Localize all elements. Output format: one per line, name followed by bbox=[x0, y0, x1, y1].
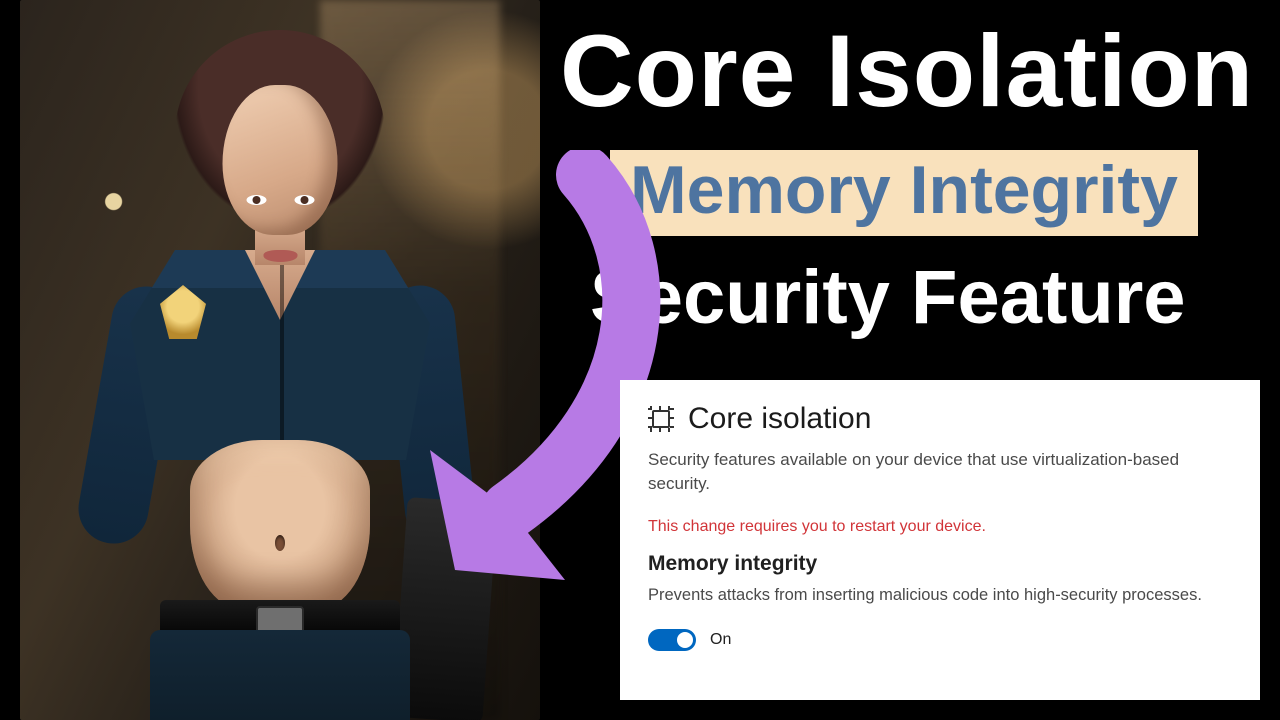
memory-integrity-description: Prevents attacks from inserting maliciou… bbox=[648, 584, 1232, 607]
chip-icon bbox=[648, 406, 674, 432]
memory-integrity-toggle-row: On bbox=[648, 629, 1232, 651]
memory-integrity-toggle[interactable] bbox=[648, 629, 696, 651]
panel-title: Core isolation bbox=[688, 402, 871, 436]
headline-line-3: Security Feature bbox=[590, 260, 1186, 336]
pants bbox=[150, 630, 410, 720]
restart-warning: This change requires you to restart your… bbox=[648, 518, 1232, 536]
uniform-torso bbox=[130, 250, 430, 460]
eye-right bbox=[294, 195, 314, 205]
core-isolation-panel: Core isolation Security features availab… bbox=[620, 380, 1260, 700]
toggle-state-label: On bbox=[710, 631, 731, 649]
memory-integrity-heading: Memory integrity bbox=[648, 552, 1232, 576]
face bbox=[223, 85, 338, 235]
headline-pill: Memory Integrity bbox=[610, 150, 1198, 236]
midriff bbox=[190, 440, 370, 610]
lips bbox=[263, 250, 297, 262]
character bbox=[90, 30, 470, 720]
panel-heading: Core isolation bbox=[648, 402, 1232, 436]
panel-subtitle: Security features available on your devi… bbox=[648, 448, 1232, 496]
character-illustration bbox=[20, 0, 540, 720]
eye-left bbox=[246, 195, 266, 205]
headline-line-1: Core Isolation bbox=[560, 20, 1254, 122]
